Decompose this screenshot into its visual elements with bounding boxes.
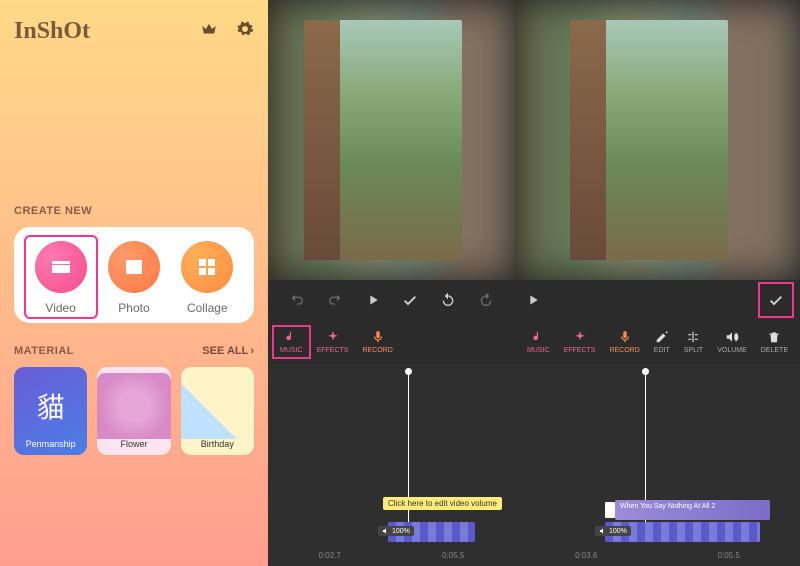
material-flower[interactable]: Flower [97, 367, 170, 455]
volume-badge: 100% [378, 526, 414, 536]
crown-icon[interactable] [200, 20, 218, 43]
editor-panel-left: MUSIC EFFECTS RECORD Click here to edit … [268, 0, 515, 566]
delete-tool[interactable]: DELETE [761, 330, 788, 354]
editor-panel-right: MUSIC EFFECTS RECORD EDIT SPLIT VOLUME [515, 0, 800, 566]
material-label: Birthday [201, 439, 234, 449]
edit-volume-hint[interactable]: Click here to edit video volume [383, 497, 502, 510]
play-icon[interactable] [365, 292, 381, 308]
flower-icon [97, 373, 170, 439]
material-birthday[interactable]: Birthday [181, 367, 254, 455]
create-collage-label: Collage [187, 301, 228, 315]
sidebar: InShOt CREATE NEW Video Photo [0, 0, 268, 566]
material-label: Flower [120, 439, 147, 449]
video-preview[interactable] [515, 0, 800, 280]
create-video-label: Video [45, 301, 75, 315]
redo-step-icon[interactable] [478, 292, 494, 308]
material-label: Penmanship [26, 439, 76, 449]
glyph-icon: 貓 [14, 373, 87, 439]
create-photo-label: Photo [118, 301, 149, 315]
video-preview[interactable] [268, 0, 515, 280]
record-tool[interactable]: RECORD [609, 330, 639, 354]
editor-area: MUSIC EFFECTS RECORD Click here to edit … [268, 0, 800, 566]
tools-row: MUSIC EFFECTS RECORD [268, 320, 515, 364]
volume-badge: 100% [595, 526, 631, 536]
record-tool[interactable]: RECORD [362, 330, 392, 354]
undo-step-icon[interactable] [440, 292, 456, 308]
edit-tool[interactable]: EDIT [654, 330, 670, 354]
audio-clip-handle[interactable] [605, 502, 615, 518]
material-penmanship[interactable]: 貓 Penmanship [14, 367, 87, 455]
audio-track[interactable]: When You Say Nothing At All 2 [615, 500, 770, 520]
gear-icon[interactable] [236, 20, 254, 43]
undo-icon[interactable] [289, 292, 305, 308]
material-title: MATERIAL [14, 345, 74, 357]
app-logo: InShOt [14, 18, 90, 45]
gift-icon [181, 373, 254, 439]
confirm-button[interactable] [762, 286, 790, 314]
see-all-button[interactable]: SEE ALL › [202, 345, 254, 357]
chevron-right-icon: › [250, 345, 254, 357]
redo-icon[interactable] [327, 292, 343, 308]
tools-row: MUSIC EFFECTS RECORD EDIT SPLIT VOLUME [515, 320, 800, 364]
effects-tool[interactable]: EFFECTS [564, 330, 596, 354]
time-ruler: 0:02.7 0:05.5 [268, 551, 515, 560]
create-video-button[interactable]: Video [26, 241, 96, 315]
check-icon[interactable] [402, 292, 418, 308]
music-tool[interactable]: MUSIC [280, 330, 303, 354]
playback-controls [515, 280, 800, 320]
collage-icon [181, 241, 233, 293]
effects-tool[interactable]: EFFECTS [317, 330, 349, 354]
split-tool[interactable]: SPLIT [684, 330, 703, 354]
playhead[interactable] [408, 372, 409, 542]
create-photo-button[interactable]: Photo [99, 241, 169, 315]
play-icon[interactable] [525, 292, 541, 308]
music-tool[interactable]: MUSIC [527, 330, 550, 354]
create-new-card: Video Photo Collage [14, 227, 254, 323]
timeline[interactable]: Click here to edit video volume 100% 0:0… [268, 364, 515, 566]
volume-tool[interactable]: VOLUME [717, 330, 747, 354]
create-new-title: CREATE NEW [14, 205, 254, 217]
time-ruler: 0:03.6 0:05.5 [515, 551, 800, 560]
playback-controls [268, 280, 515, 320]
timeline[interactable]: When You Say Nothing At All 2 100% 0:03.… [515, 364, 800, 566]
clapperboard-icon [35, 241, 87, 293]
photo-icon [108, 241, 160, 293]
create-collage-button[interactable]: Collage [172, 241, 242, 315]
